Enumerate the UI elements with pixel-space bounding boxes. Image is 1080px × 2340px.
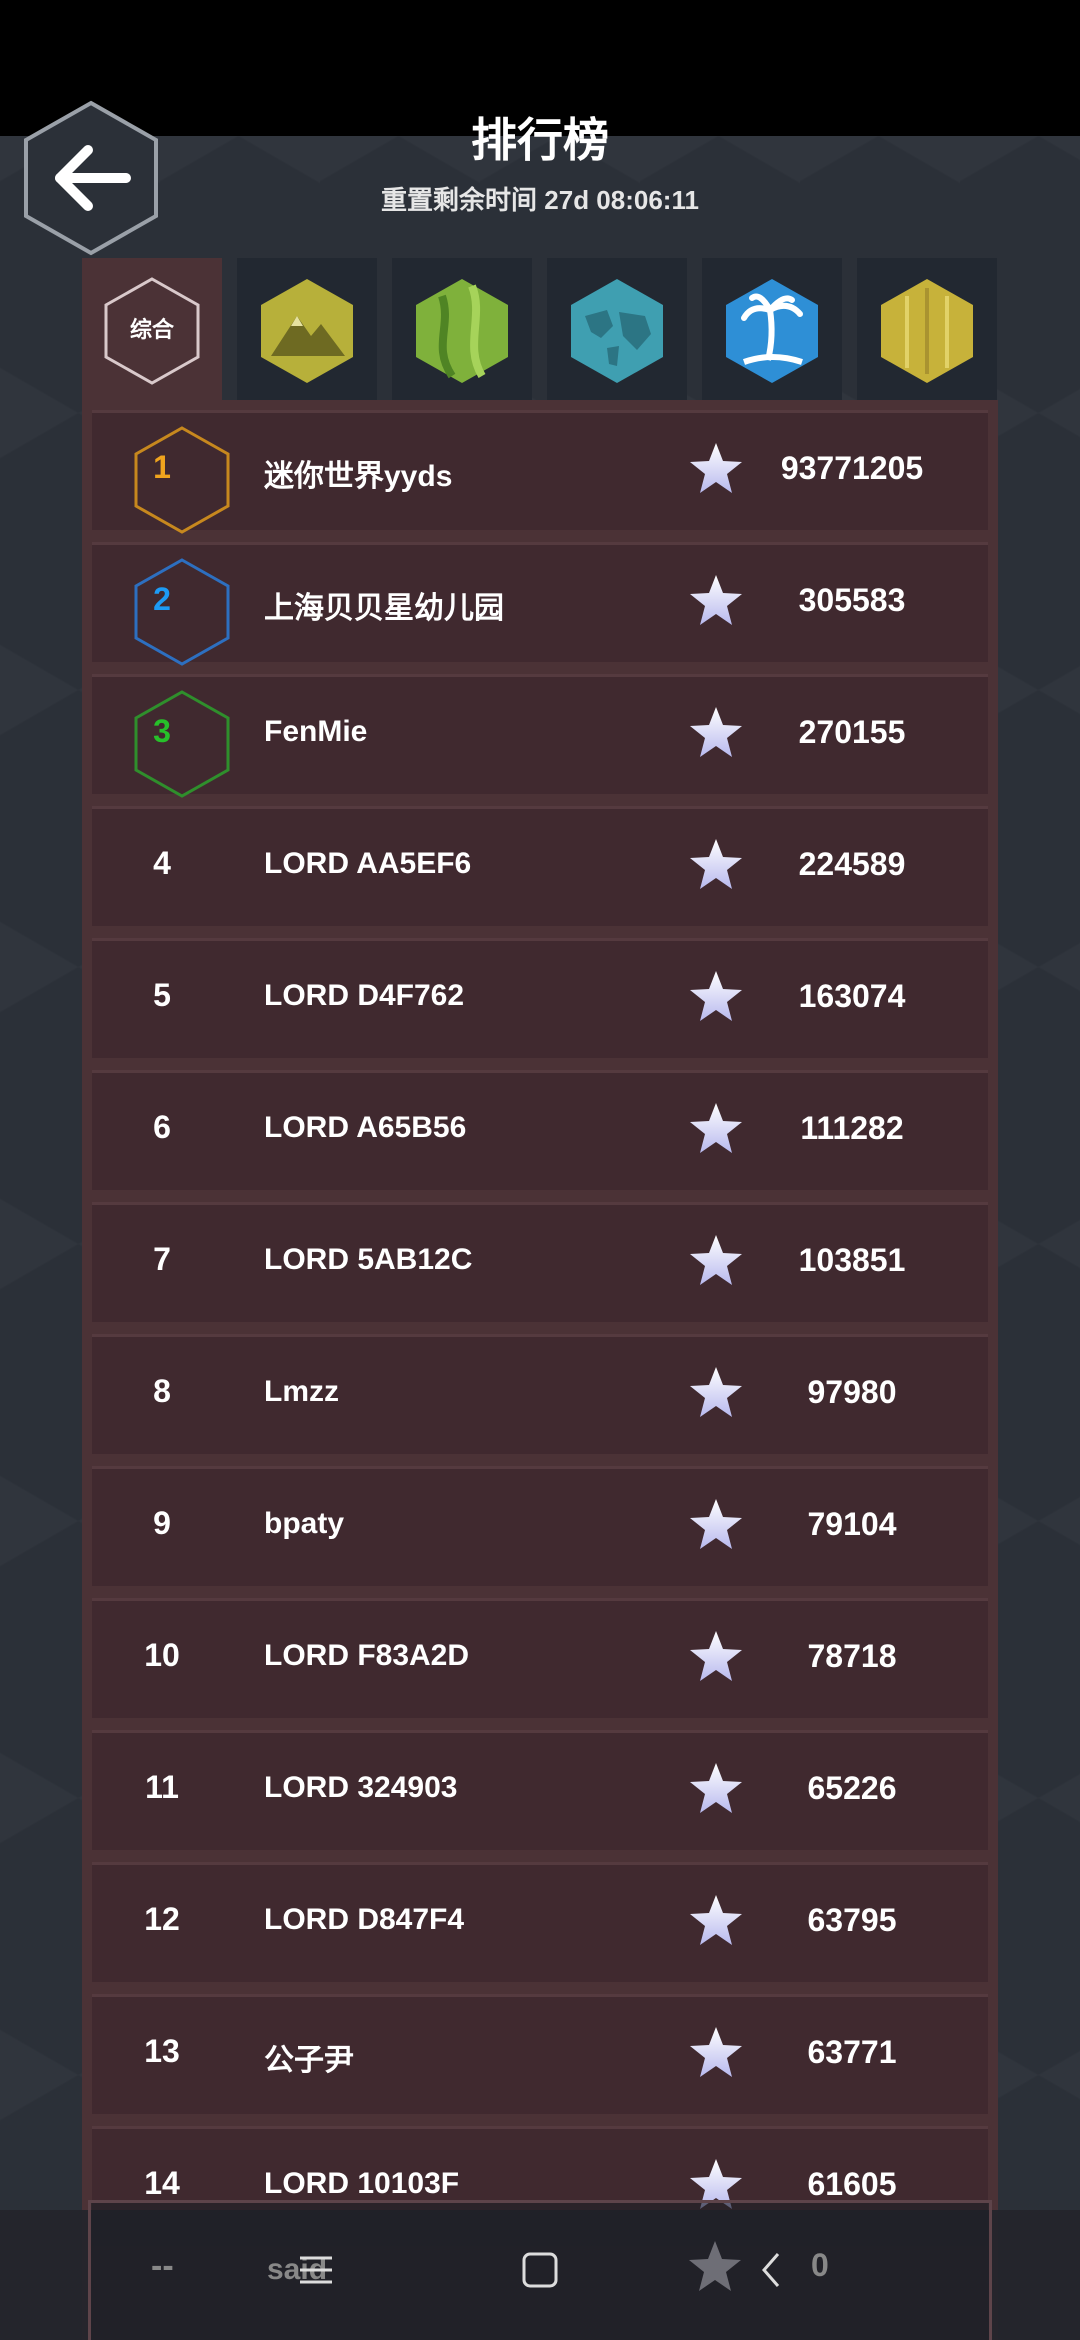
palm-island-icon <box>726 279 818 383</box>
star-icon <box>690 707 742 757</box>
tab-world[interactable] <box>547 258 687 400</box>
rank-number: 1 <box>153 449 171 485</box>
gold-texture-icon <box>881 279 973 383</box>
star-icon <box>690 575 742 625</box>
player-score: 61605 <box>807 2166 897 2202</box>
tab-mountain[interactable] <box>237 258 377 400</box>
menu-icon[interactable] <box>296 2250 336 2290</box>
leaderboard-row[interactable]: 6 LORD A65B56 111282 <box>92 1070 988 1190</box>
player-name: LORD 324903 <box>264 1771 458 1804</box>
player-name: 上海贝贝星幼儿园 <box>264 592 504 625</box>
my-rank: -- <box>151 2247 174 2285</box>
star-icon <box>690 1499 742 1549</box>
player-name: LORD 5AB12C <box>264 1243 473 1276</box>
square-home-icon[interactable] <box>520 2250 560 2290</box>
rank-number: 6 <box>153 1109 171 1145</box>
leaderboard-row[interactable]: 1 迷你世界yyds 93771205 <box>92 410 988 534</box>
player-name: FenMie <box>264 715 368 748</box>
rank-number: 7 <box>153 1241 171 1277</box>
tab-overall[interactable]: 综合 <box>82 258 222 404</box>
rank-number: 12 <box>144 1901 180 1937</box>
leaderboard-row[interactable]: 7 LORD 5AB12C 103851 <box>92 1202 988 1322</box>
star-icon <box>689 2241 741 2291</box>
player-name: LORD A65B56 <box>264 1111 467 1144</box>
rank-number: 4 <box>153 845 171 881</box>
player-name: 迷你世界yyds <box>264 460 453 493</box>
leaderboard-row[interactable]: 5 LORD D4F762 163074 <box>92 938 988 1058</box>
player-score: 63771 <box>807 2034 897 2070</box>
grassland-icon <box>416 279 508 383</box>
player-score: 63795 <box>807 1902 897 1938</box>
player-name: bpaty <box>264 1507 345 1540</box>
player-name: LORD F83A2D <box>264 1639 470 1672</box>
leaderboard-row[interactable]: 4 LORD AA5EF6 224589 <box>92 806 988 926</box>
world-map-icon <box>571 279 663 383</box>
leaderboard-row[interactable]: 10 LORD F83A2D 78718 <box>92 1598 988 1718</box>
rank-number: 3 <box>153 713 171 749</box>
star-icon <box>690 1631 742 1681</box>
player-score: 79104 <box>807 1506 897 1542</box>
star-icon <box>690 1895 742 1945</box>
player-score: 305583 <box>798 582 906 618</box>
star-icon <box>690 1103 742 1153</box>
leaderboard-row[interactable]: 12 LORD D847F4 63795 <box>92 1862 988 1982</box>
rank-number: 14 <box>144 2165 180 2201</box>
star-icon <box>690 1235 742 1285</box>
player-score: 224589 <box>798 846 906 882</box>
star-icon <box>690 1367 742 1417</box>
leaderboard-panel: 1 迷你世界yyds 93771205 2 上海贝贝星幼儿园 305583 3 FenMie 2… <box>82 400 998 2340</box>
player-score: 163074 <box>798 978 906 1014</box>
player-name: LORD D4F762 <box>264 979 465 1012</box>
page-title: 排行榜 <box>471 114 609 166</box>
player-score: 65226 <box>807 1770 897 1806</box>
rank-number: 5 <box>153 977 171 1013</box>
rank-number: 10 <box>144 1637 180 1673</box>
rank-number: 13 <box>144 2033 180 2069</box>
player-name: LORD D847F4 <box>264 1903 465 1936</box>
category-tabs: 综合 <box>82 258 998 404</box>
player-score: 78718 <box>807 1638 897 1674</box>
tab-island[interactable] <box>702 258 842 400</box>
player-name: Lmzz <box>264 1375 339 1408</box>
leaderboard-row[interactable]: 9 bpaty 79104 <box>92 1466 988 1586</box>
star-icon <box>690 971 742 1021</box>
rank-number: 8 <box>153 1373 171 1409</box>
tab-overall-label: 综合 <box>129 317 174 342</box>
leaderboard-row[interactable]: 8 Lmzz 97980 <box>92 1334 988 1454</box>
leaderboard-row[interactable]: 13 公子尹 63771 <box>92 1994 988 2114</box>
rank-number: 11 <box>145 1769 179 1805</box>
player-score: 103851 <box>798 1242 906 1278</box>
star-icon <box>690 839 742 889</box>
reset-countdown: 重置剩余时间 27d 08:06:11 <box>381 185 699 215</box>
player-score: 93771205 <box>780 450 924 486</box>
leaderboard-row[interactable]: 2 上海贝贝星幼儿园 305583 <box>92 542 988 666</box>
star-icon <box>690 2027 742 2077</box>
player-score: 111282 <box>800 1110 904 1146</box>
leaderboard-row[interactable]: 11 LORD 324903 65226 <box>92 1730 988 1850</box>
player-name: LORD 10103F <box>264 2167 460 2200</box>
player-score: 270155 <box>798 714 906 750</box>
tab-grassland[interactable] <box>392 258 532 400</box>
mountain-icon <box>261 279 353 383</box>
rank-number: 9 <box>153 1505 171 1541</box>
tab-gold[interactable] <box>857 258 997 400</box>
chevron-left-icon[interactable] <box>752 2250 792 2290</box>
star-icon <box>690 1763 742 1813</box>
rank-number: 2 <box>153 581 171 617</box>
my-score: 0 <box>811 2247 829 2283</box>
star-icon <box>690 443 742 493</box>
leaderboard-row[interactable]: 3 FenMie 270155 <box>92 674 988 798</box>
player-name: LORD AA5EF6 <box>264 847 472 880</box>
player-score: 97980 <box>807 1374 897 1410</box>
player-name: 公子尹 <box>264 2044 354 2077</box>
